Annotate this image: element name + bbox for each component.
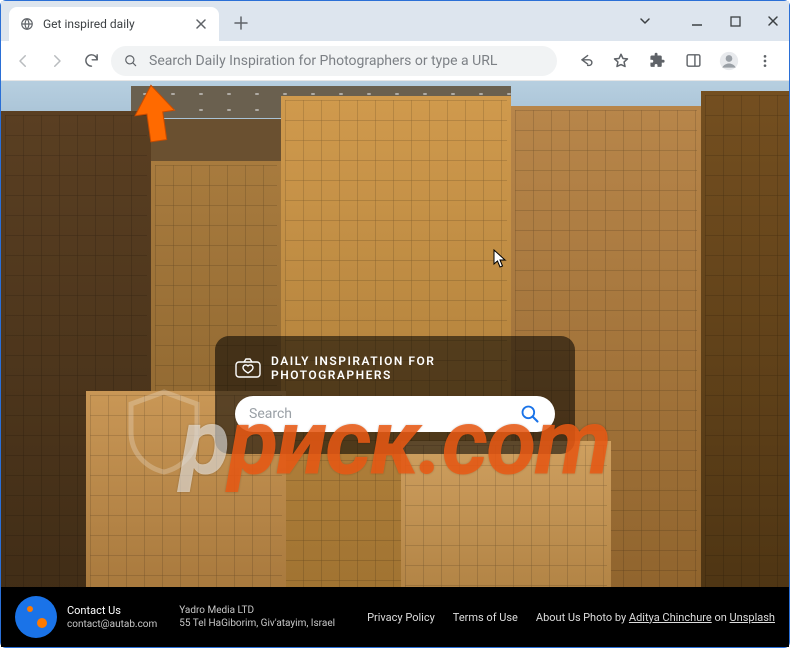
profile-avatar-icon[interactable]	[717, 47, 741, 75]
window-close-button[interactable]	[763, 11, 783, 31]
browser-toolbar: Search Daily Inspiration for Photographe…	[1, 41, 789, 81]
omnibox-placeholder: Search Daily Inspiration for Photographe…	[149, 53, 497, 69]
window-minimize-button[interactable]	[687, 11, 707, 31]
share-icon[interactable]	[573, 47, 597, 75]
bookmark-star-icon[interactable]	[609, 47, 633, 75]
page-footer: Contact Us contact@autab.com Yadro Media…	[1, 587, 789, 647]
card-title: DAILY INSPIRATION FOR PHOTOGRAPHERS	[271, 354, 555, 382]
footer-link-privacy[interactable]: Privacy Policy	[367, 611, 435, 624]
camera-heart-icon	[235, 358, 261, 378]
page-content: DAILY INSPIRATION FOR PHOTOGRAPHERS pрис…	[1, 81, 789, 647]
footer-link-terms[interactable]: Terms of Use	[453, 611, 518, 624]
side-panel-icon[interactable]	[681, 47, 705, 75]
tab-favicon-icon	[19, 16, 35, 32]
toolbar-actions	[563, 47, 781, 75]
page-search-bar	[235, 396, 555, 432]
nav-back-button[interactable]	[9, 47, 37, 75]
footer-credit-site[interactable]: Unsplash	[730, 611, 775, 624]
footer-contact-heading: Contact Us	[67, 604, 157, 617]
tab-title: Get inspired daily	[43, 17, 193, 31]
footer-logo-icon	[15, 596, 57, 638]
extensions-icon[interactable]	[645, 47, 669, 75]
footer-company-name: Yadro Media LTD	[179, 605, 335, 616]
browser-window: Get inspired daily Search Daily Inspirat…	[0, 0, 790, 648]
new-tab-button[interactable]	[227, 9, 255, 37]
window-maximize-button[interactable]	[725, 11, 745, 31]
nav-reload-button[interactable]	[77, 47, 105, 75]
kebab-menu-icon[interactable]	[753, 47, 777, 75]
footer-photo-credit: Photo by Aditya Chinchure on Unsplash	[583, 611, 775, 624]
footer-links: Privacy Policy Terms of Use About Us	[367, 611, 581, 624]
tab-close-icon[interactable]	[193, 16, 209, 32]
omnibox[interactable]: Search Daily Inspiration for Photographe…	[111, 46, 557, 76]
search-card: DAILY INSPIRATION FOR PHOTOGRAPHERS	[215, 336, 575, 454]
search-submit-icon[interactable]	[519, 403, 541, 425]
card-header: DAILY INSPIRATION FOR PHOTOGRAPHERS	[235, 354, 555, 382]
footer-contact-email: contact@autab.com	[67, 619, 157, 630]
footer-credit-author[interactable]: Aditya Chinchure	[629, 611, 712, 624]
page-search-input[interactable]	[249, 406, 519, 422]
footer-link-about[interactable]: About Us	[536, 611, 581, 624]
search-icon	[123, 53, 139, 69]
browser-tab[interactable]: Get inspired daily	[9, 7, 219, 41]
annotation-arrow-icon	[127, 81, 183, 148]
footer-contact: Contact Us contact@autab.com	[67, 604, 157, 630]
window-controls	[635, 1, 783, 41]
nav-forward-button[interactable]	[43, 47, 71, 75]
tabs-dropdown-icon[interactable]	[635, 11, 655, 31]
footer-company-addr: 55 Tel HaGiborim, Giv'atayim, Israel	[179, 618, 335, 629]
footer-company: Yadro Media LTD 55 Tel HaGiborim, Giv'at…	[179, 605, 335, 629]
cursor-icon	[493, 249, 507, 269]
tab-strip: Get inspired daily	[1, 1, 789, 41]
